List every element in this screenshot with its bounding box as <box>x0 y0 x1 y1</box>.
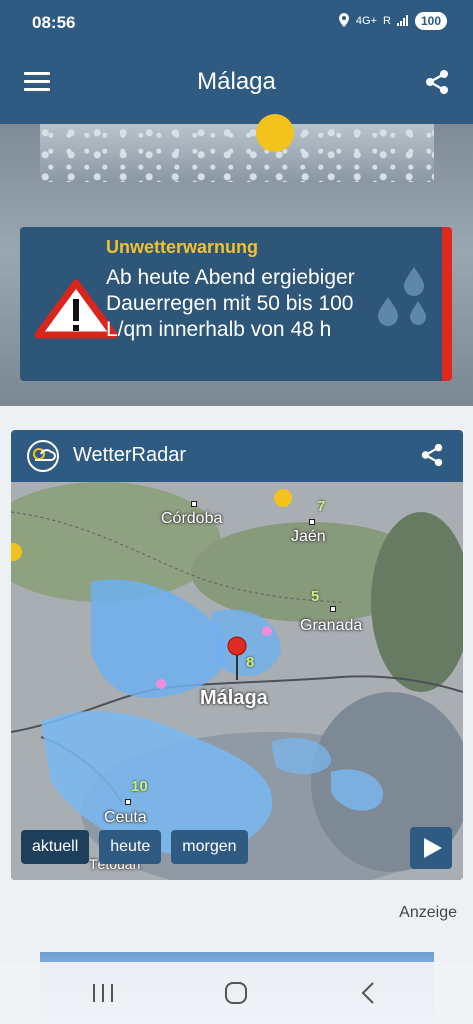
status-bar: 08:56 4G+ R 100 <box>0 0 473 46</box>
rain-photo <box>40 114 434 182</box>
radar-map[interactable]: Córdoba Jaén 7 Granada 5 8 Málaga 10 Ceu… <box>11 482 463 880</box>
city-marker-ceuta <box>125 799 131 805</box>
city-label-granada: Granada <box>300 617 363 634</box>
share-icon[interactable] <box>423 68 451 96</box>
city-marker-jaen <box>309 519 315 525</box>
sun-icon <box>256 114 294 152</box>
city-label-jaen: Jaén <box>291 528 326 545</box>
back-icon[interactable] <box>354 980 384 1006</box>
temp-label-ceuta: 10 <box>131 778 148 795</box>
temp-label-granada: 5 <box>311 588 320 605</box>
city-label-ceuta: Ceuta <box>104 809 147 826</box>
radar-title: WetterRadar <box>73 444 187 466</box>
radar-time-selector: aktuell heute morgen <box>21 830 248 864</box>
city-label-cordoba: Córdoba <box>161 510 223 527</box>
raindrops-icon <box>378 267 426 326</box>
warning-text: Ab heute Abend ergiebiger Dauerregen mit… <box>106 266 355 341</box>
radar-map-graphic <box>11 482 463 880</box>
city-label-malaga: Málaga <box>200 687 268 709</box>
play-button[interactable] <box>410 827 452 869</box>
system-navigation-bar <box>0 962 473 1024</box>
time-button-heute[interactable]: heute <box>99 830 162 864</box>
time-button-aktuell[interactable]: aktuell <box>21 830 90 864</box>
location-icon <box>338 12 350 30</box>
time-button-morgen[interactable]: morgen <box>171 830 248 864</box>
radar-logo-icon <box>27 440 59 472</box>
temp-label-malaga: 8 <box>246 654 255 671</box>
roaming-label: R <box>383 15 391 27</box>
ad-label: Anzeige <box>399 904 457 921</box>
app-bar: Málaga <box>0 46 473 124</box>
temp-label-jaen: 7 <box>317 498 326 515</box>
weather-warning-card[interactable]: Unwetterwarnung Ab heute Abend ergiebige… <box>20 227 452 381</box>
city-marker-granada <box>330 606 336 612</box>
radar-share-icon[interactable] <box>419 442 445 468</box>
city-marker-cordoba <box>191 501 197 507</box>
home-icon[interactable] <box>221 980 251 1006</box>
status-time: 08:56 <box>32 13 76 32</box>
recent-apps-icon[interactable] <box>88 980 118 1006</box>
play-icon <box>424 838 442 858</box>
status-icons: 4G+ R 100 <box>338 12 447 30</box>
battery-badge: 100 <box>414 12 447 30</box>
weather-radar-card: WetterRadar Córdoba Jaén 7 Granada 5 8 M… <box>11 430 463 880</box>
page-title: Málaga <box>197 68 276 95</box>
radar-header: WetterRadar <box>11 430 463 482</box>
warning-heading: Unwetterwarnung <box>106 237 259 257</box>
signal-icon <box>396 14 409 29</box>
network-label: 4G+ <box>355 15 378 27</box>
